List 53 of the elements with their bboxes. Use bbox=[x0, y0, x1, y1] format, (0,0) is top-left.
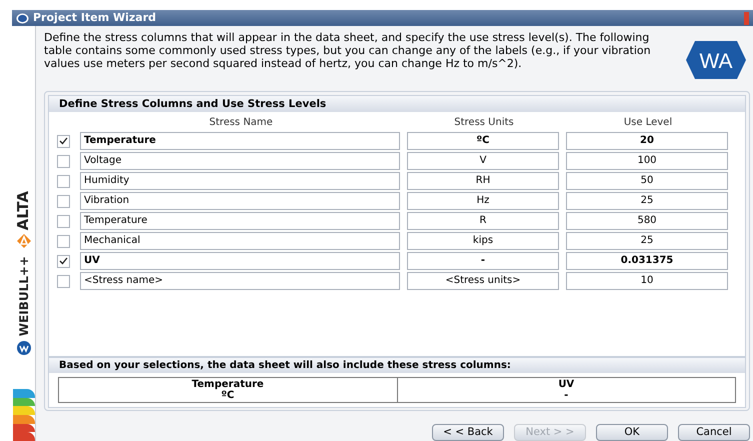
use-level-field[interactable]: 580 bbox=[566, 212, 728, 230]
stress-units-field[interactable]: - bbox=[407, 252, 559, 270]
wizard-button[interactable]: < < Back bbox=[432, 424, 504, 441]
stress-units-field[interactable]: Hz bbox=[407, 192, 559, 210]
use-level-field[interactable]: 100 bbox=[566, 152, 728, 170]
checkbox[interactable] bbox=[57, 214, 70, 228]
wizard-button[interactable]: OK bbox=[596, 424, 668, 441]
instructions-text: Define the stress columns that will appear in the data sheet, and specify the use stress level(s). The following table contains some commonly used stress types, but you can change any of the labels (e.g., if your vibration values use meters per second squared instead of hertz, you can change Hz to m/s^2). bbox=[44, 31, 652, 70]
stress-units-field[interactable]: R bbox=[407, 212, 559, 230]
product-label: ALTA bbox=[16, 191, 31, 230]
stress-units-field[interactable]: <Stress units> bbox=[407, 272, 559, 290]
summary-column-text: Temperature bbox=[192, 379, 264, 390]
column-header: Stress Units bbox=[453, 116, 515, 130]
checkbox[interactable] bbox=[57, 254, 70, 268]
summary-column-text: ºC bbox=[221, 390, 234, 401]
summary-column-text: - bbox=[564, 390, 568, 401]
product-label: WEIBULL++ bbox=[18, 256, 30, 337]
use-level-field[interactable]: 0.031375 bbox=[566, 252, 728, 270]
stress-name-field[interactable]: Vibration bbox=[80, 192, 400, 210]
checkbox[interactable] bbox=[57, 194, 70, 208]
checkbox[interactable] bbox=[57, 274, 70, 288]
summary-column-text: UV bbox=[558, 379, 574, 390]
stress-units-field[interactable]: RH bbox=[407, 172, 559, 190]
app-logo-icon bbox=[16, 12, 29, 24]
column-header: Stress Name bbox=[208, 116, 274, 130]
wizard-button[interactable]: Cancel bbox=[678, 424, 750, 441]
stress-name-field[interactable]: Humidity bbox=[80, 172, 400, 190]
stress-units-field[interactable]: ºC bbox=[407, 132, 559, 150]
stress-name-field[interactable]: Temperature bbox=[80, 132, 400, 150]
stress-units-field[interactable]: V bbox=[407, 152, 559, 170]
stress-name-field[interactable]: UV bbox=[80, 252, 400, 270]
stress-name-field[interactable]: <Stress name> bbox=[80, 272, 400, 290]
color-bands-drawing bbox=[12, 389, 34, 441]
use-level-field[interactable]: 25 bbox=[566, 192, 728, 210]
checkbox[interactable] bbox=[57, 234, 70, 248]
weibull-logo-icon bbox=[16, 340, 32, 356]
use-level-field[interactable]: 50 bbox=[566, 172, 728, 190]
use-level-field[interactable]: 10 bbox=[566, 272, 728, 290]
use-level-field[interactable]: 25 bbox=[566, 232, 728, 250]
window-title: Project Item Wizard bbox=[33, 10, 156, 26]
stress-units-field[interactable]: kips bbox=[407, 232, 559, 250]
stress-name-field[interactable]: Voltage bbox=[80, 152, 400, 170]
alta-logo-icon bbox=[16, 233, 32, 250]
stress-name-field[interactable]: Temperature bbox=[80, 212, 400, 230]
section-header: Define Stress Columns and Use Stress Levels bbox=[49, 96, 745, 112]
column-header: Use Level bbox=[622, 116, 674, 130]
stress-name-field[interactable]: Mechanical bbox=[80, 232, 400, 250]
section-header: Based on your selections, the data sheet will also include these stress columns: bbox=[49, 358, 745, 373]
checkbox[interactable] bbox=[57, 154, 70, 168]
checkbox[interactable] bbox=[57, 174, 70, 188]
close-button[interactable] bbox=[744, 12, 749, 24]
use-level-field[interactable]: 20 bbox=[566, 132, 728, 150]
checkbox[interactable] bbox=[57, 134, 70, 148]
